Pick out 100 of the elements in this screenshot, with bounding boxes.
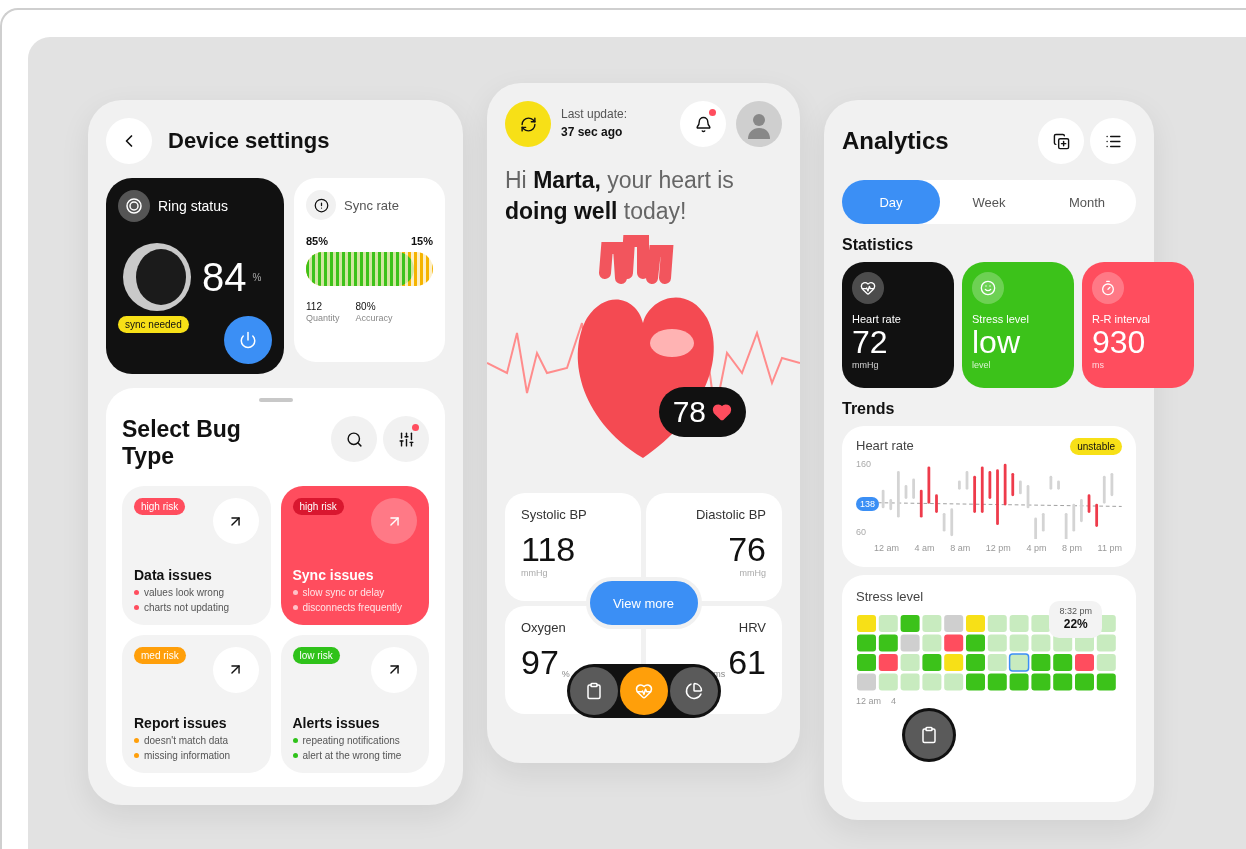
statistic-label: R-R interval bbox=[1092, 312, 1152, 327]
battery-value: 84 bbox=[202, 256, 247, 298]
metric-value: 97 bbox=[521, 645, 559, 681]
heart-pulse-icon bbox=[635, 682, 653, 701]
greeting-text: Hi Marta, your heart is doing well today! bbox=[505, 166, 735, 227]
refresh-icon bbox=[519, 115, 537, 133]
heatmap-cell bbox=[922, 634, 942, 652]
open-button[interactable] bbox=[371, 646, 417, 693]
bullet-icon bbox=[292, 753, 298, 758]
alert-icon bbox=[306, 190, 336, 220]
clipboard-icon bbox=[585, 682, 603, 701]
heatmap-cell bbox=[1008, 652, 1030, 672]
heatmap-cell bbox=[987, 673, 1007, 691]
issue-text: repeating notifications bbox=[302, 735, 400, 746]
heatmap-cell bbox=[987, 614, 1007, 632]
heatmap-cell bbox=[944, 614, 964, 632]
heart-pulse-icon bbox=[860, 280, 876, 296]
statistic-label: Heart rate bbox=[852, 312, 902, 327]
axis-label: 11 pm bbox=[1097, 543, 1122, 555]
bullet-icon bbox=[134, 753, 139, 758]
heatmap-cell bbox=[1031, 634, 1051, 652]
search-icon bbox=[345, 430, 363, 448]
heatmap-cell bbox=[1009, 634, 1029, 652]
nav-button[interactable] bbox=[620, 667, 668, 716]
bullet-icon bbox=[134, 738, 139, 743]
period-tab[interactable]: Week bbox=[940, 180, 1038, 224]
heatmap-cell bbox=[966, 634, 985, 652]
filter-button[interactable] bbox=[383, 416, 429, 462]
heatmap-cell bbox=[922, 673, 942, 691]
stat-label: Accuracy bbox=[355, 313, 393, 325]
add-button[interactable] bbox=[1038, 118, 1084, 164]
heatmap-cell bbox=[1031, 653, 1051, 671]
statistic-label: Stress level bbox=[972, 312, 1030, 327]
unit-label: ms bbox=[1092, 359, 1105, 372]
heatmap-cell bbox=[1075, 673, 1094, 691]
nav-button[interactable] bbox=[570, 667, 618, 716]
heatmap-cell bbox=[1096, 634, 1116, 652]
heatmap-cell bbox=[878, 614, 898, 632]
unit-label: mmHg bbox=[521, 567, 548, 580]
card-title: Heart rate bbox=[856, 438, 914, 455]
axis-label: 12 pm bbox=[985, 543, 1011, 555]
screen-title: Device settings bbox=[168, 128, 330, 154]
update-label: Last update: bbox=[561, 107, 629, 123]
issue-text: alert at the wrong time bbox=[302, 750, 402, 761]
issue-text: charts not updating bbox=[144, 601, 230, 613]
statistic-card[interactable]: Heart rate 72 mmHg bbox=[842, 262, 954, 388]
bullet-icon bbox=[292, 738, 298, 743]
heatmap-cell bbox=[1053, 673, 1073, 691]
card-title: Report issues bbox=[134, 715, 228, 731]
bullet-icon bbox=[134, 604, 139, 610]
issue-text: values look wrong bbox=[144, 586, 225, 598]
smiley-icon bbox=[980, 280, 996, 296]
metric-label: Oxygen bbox=[521, 620, 566, 637]
bug-type-card[interactable]: high risk Sync issues slow sync or delay disconnects frequently bbox=[280, 486, 429, 625]
percent-label: 85% bbox=[306, 234, 329, 249]
bpm-value: 78 bbox=[672, 395, 706, 430]
status-badge: unstable bbox=[1070, 438, 1122, 455]
axis-label: 4 am bbox=[914, 543, 935, 555]
bug-type-card[interactable]: med risk Report issues doesn't match data missing information bbox=[122, 634, 271, 773]
bug-type-card[interactable]: high risk Data issues values look wrong charts not updating bbox=[122, 486, 271, 625]
sheet-title: Select Bug Type bbox=[122, 416, 242, 470]
statistic-value: 72 bbox=[852, 326, 889, 360]
card-title: Sync rate bbox=[344, 197, 399, 213]
stat-value: 80% bbox=[355, 300, 377, 314]
update-time: 37 sec ago bbox=[561, 125, 624, 141]
risk-tag: med risk bbox=[134, 646, 186, 664]
bullet-icon bbox=[292, 589, 298, 595]
card-title: Alerts issues bbox=[292, 715, 381, 731]
section-title: Trends bbox=[842, 400, 896, 418]
bug-type-card[interactable]: low risk Alerts issues repeating notifications alert at the wrong time bbox=[280, 634, 429, 773]
metric-value: 118 bbox=[521, 532, 576, 568]
bullet-icon bbox=[134, 589, 139, 595]
power-button[interactable] bbox=[224, 316, 272, 364]
avatar[interactable] bbox=[736, 101, 782, 147]
heatmap-cell bbox=[900, 634, 920, 652]
card-title: Ring status bbox=[158, 198, 229, 214]
sheet-handle[interactable] bbox=[258, 398, 293, 402]
axis-label: 4 pm bbox=[1026, 543, 1047, 555]
heatmap-cell bbox=[900, 673, 920, 691]
metric-label: Diastolic BP bbox=[695, 507, 766, 524]
issue-text: doesn't match data bbox=[144, 735, 229, 746]
screen-title: Analytics bbox=[842, 127, 949, 155]
axis-label: 160 bbox=[856, 459, 873, 471]
risk-tag: high risk bbox=[134, 498, 186, 515]
heatmap-cell bbox=[857, 614, 876, 632]
heatmap-cell bbox=[1009, 673, 1029, 691]
metric-label: HRV bbox=[738, 620, 766, 637]
period-tab[interactable]: Month bbox=[1038, 180, 1136, 224]
sync-button[interactable] bbox=[505, 101, 551, 147]
clipboard-icon bbox=[920, 726, 938, 744]
search-button[interactable] bbox=[331, 416, 377, 462]
card-title: Data issues bbox=[134, 566, 213, 583]
bullet-icon bbox=[292, 604, 298, 610]
stat-label: Quantity bbox=[306, 313, 340, 325]
axis-label: 8 pm bbox=[1061, 543, 1082, 555]
heatmap-cell bbox=[857, 673, 876, 691]
heatmap-cell bbox=[1009, 614, 1029, 632]
metric-value: 76 bbox=[728, 532, 766, 568]
open-button[interactable] bbox=[212, 498, 259, 544]
notifications-button[interactable] bbox=[680, 101, 726, 147]
